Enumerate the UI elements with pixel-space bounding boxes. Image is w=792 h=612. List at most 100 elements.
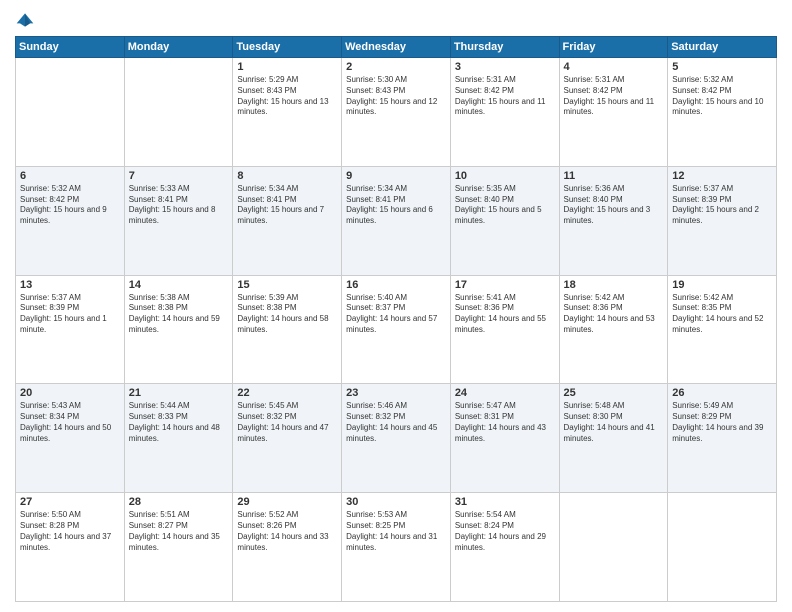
day-number: 13 [20,279,120,291]
calendar-cell: 6 Sunrise: 5:32 AMSunset: 8:42 PMDaylight… [16,166,125,275]
day-number: 4 [564,61,664,73]
day-info: Sunrise: 5:51 AMSunset: 8:27 PMDaylight:… [129,510,229,553]
day-number: 26 [672,387,772,399]
calendar-table: SundayMondayTuesdayWednesdayThursdayFrid… [15,36,777,602]
calendar-cell: 18 Sunrise: 5:42 AMSunset: 8:36 PMDayligh… [559,275,668,384]
day-number: 9 [346,170,446,182]
day-info: Sunrise: 5:37 AMSunset: 8:39 PMDaylight:… [672,184,772,227]
day-number: 22 [237,387,337,399]
calendar-cell: 11 Sunrise: 5:36 AMSunset: 8:40 PMDayligh… [559,166,668,275]
day-info: Sunrise: 5:38 AMSunset: 8:38 PMDaylight:… [129,293,229,336]
calendar-cell: 25Sunrise: 5:48 AMSunset: 8:30 PMDayligh… [559,384,668,493]
day-number: 30 [346,496,446,508]
day-info: Sunrise: 5:31 AMSunset: 8:42 PMDaylight:… [564,75,664,118]
day-info: Sunrise: 5:47 AMSunset: 8:31 PMDaylight:… [455,401,555,444]
day-number: 11 [564,170,664,182]
day-number: 17 [455,279,555,291]
calendar-cell: 1Sunrise: 5:29 AMSunset: 8:43 PMDaylight… [233,58,342,167]
day-number: 6 [20,170,120,182]
day-number: 10 [455,170,555,182]
calendar-cell: 16 Sunrise: 5:40 AMSunset: 8:37 PMDayligh… [342,275,451,384]
day-number: 25 [564,387,664,399]
day-number: 28 [129,496,229,508]
calendar-cell: 15Sunrise: 5:39 AMSunset: 8:38 PMDayligh… [233,275,342,384]
day-info: Sunrise: 5:35 AMSunset: 8:40 PMDaylight:… [455,184,555,227]
day-info: Sunrise: 5:33 AMSunset: 8:41 PMDaylight:… [129,184,229,227]
calendar-cell: 8 Sunrise: 5:34 AMSunset: 8:41 PMDaylight… [233,166,342,275]
day-info: Sunrise: 5:37 AMSunset: 8:39 PMDaylight:… [20,293,120,336]
calendar-cell: 17 Sunrise: 5:41 AMSunset: 8:36 PMDayligh… [450,275,559,384]
day-number: 31 [455,496,555,508]
day-number: 23 [346,387,446,399]
calendar-cell: 24 Sunrise: 5:47 AMSunset: 8:31 PMDayligh… [450,384,559,493]
day-number: 27 [20,496,120,508]
day-info: Sunrise: 5:36 AMSunset: 8:40 PMDaylight:… [564,184,664,227]
weekday-header: Thursday [450,37,559,58]
day-info: Sunrise: 5:46 AMSunset: 8:32 PMDaylight:… [346,401,446,444]
weekday-header: Wednesday [342,37,451,58]
calendar-cell: 26 Sunrise: 5:49 AMSunset: 8:29 PMDayligh… [668,384,777,493]
page: SundayMondayTuesdayWednesdayThursdayFrid… [0,0,792,612]
calendar-cell: 23 Sunrise: 5:46 AMSunset: 8:32 PMDayligh… [342,384,451,493]
day-info: Sunrise: 5:32 AMSunset: 8:42 PMDaylight:… [672,75,772,118]
day-number: 5 [672,61,772,73]
day-number: 24 [455,387,555,399]
weekday-header: Friday [559,37,668,58]
logo-icon [15,10,35,30]
day-info: Sunrise: 5:45 AMSunset: 8:32 PMDaylight:… [237,401,337,444]
calendar-cell: 9 Sunrise: 5:34 AMSunset: 8:41 PMDaylight… [342,166,451,275]
day-info: Sunrise: 5:50 AMSunset: 8:28 PMDaylight:… [20,510,120,553]
day-info: Sunrise: 5:52 AMSunset: 8:26 PMDaylight:… [237,510,337,553]
day-info: Sunrise: 5:32 AMSunset: 8:42 PMDaylight:… [20,184,120,227]
calendar-cell: 4 Sunrise: 5:31 AMSunset: 8:42 PMDaylight… [559,58,668,167]
calendar-cell [559,493,668,602]
day-info: Sunrise: 5:34 AMSunset: 8:41 PMDaylight:… [346,184,446,227]
calendar-cell: 14 Sunrise: 5:38 AMSunset: 8:38 PMDayligh… [124,275,233,384]
day-info: Sunrise: 5:54 AMSunset: 8:24 PMDaylight:… [455,510,555,553]
calendar-cell: 31 Sunrise: 5:54 AMSunset: 8:24 PMDayligh… [450,493,559,602]
day-info: Sunrise: 5:29 AMSunset: 8:43 PMDaylight:… [237,75,337,118]
weekday-header: Monday [124,37,233,58]
day-number: 7 [129,170,229,182]
logo [15,10,35,30]
day-info: Sunrise: 5:40 AMSunset: 8:37 PMDaylight:… [346,293,446,336]
calendar-cell: 27 Sunrise: 5:50 AMSunset: 8:28 PMDayligh… [16,493,125,602]
day-info: Sunrise: 5:44 AMSunset: 8:33 PMDaylight:… [129,401,229,444]
calendar-cell: 3 Sunrise: 5:31 AMSunset: 8:42 PMDaylight… [450,58,559,167]
day-number: 16 [346,279,446,291]
day-number: 18 [564,279,664,291]
weekday-header: Sunday [16,37,125,58]
day-number: 14 [129,279,229,291]
calendar-cell: 28 Sunrise: 5:51 AMSunset: 8:27 PMDayligh… [124,493,233,602]
day-info: Sunrise: 5:42 AMSunset: 8:36 PMDaylight:… [564,293,664,336]
day-info: Sunrise: 5:34 AMSunset: 8:41 PMDaylight:… [237,184,337,227]
calendar-cell: 19Sunrise: 5:42 AMSunset: 8:35 PMDayligh… [668,275,777,384]
day-info: Sunrise: 5:49 AMSunset: 8:29 PMDaylight:… [672,401,772,444]
calendar-cell: 13 Sunrise: 5:37 AMSunset: 8:39 PMDayligh… [16,275,125,384]
calendar-cell [16,58,125,167]
calendar-cell: 12 Sunrise: 5:37 AMSunset: 8:39 PMDayligh… [668,166,777,275]
day-number: 15 [237,279,337,291]
day-number: 8 [237,170,337,182]
day-number: 3 [455,61,555,73]
day-number: 29 [237,496,337,508]
day-number: 21 [129,387,229,399]
calendar-cell: 30 Sunrise: 5:53 AMSunset: 8:25 PMDayligh… [342,493,451,602]
weekday-header: Tuesday [233,37,342,58]
header [15,10,777,30]
calendar-cell: 21 Sunrise: 5:44 AMSunset: 8:33 PMDayligh… [124,384,233,493]
day-number: 2 [346,61,446,73]
day-number: 19 [672,279,772,291]
day-info: Sunrise: 5:43 AMSunset: 8:34 PMDaylight:… [20,401,120,444]
calendar-cell: 29 Sunrise: 5:52 AMSunset: 8:26 PMDayligh… [233,493,342,602]
calendar-cell: 20Sunrise: 5:43 AMSunset: 8:34 PMDayligh… [16,384,125,493]
calendar-cell: 7 Sunrise: 5:33 AMSunset: 8:41 PMDaylight… [124,166,233,275]
day-info: Sunrise: 5:31 AMSunset: 8:42 PMDaylight:… [455,75,555,118]
day-info: Sunrise: 5:30 AMSunset: 8:43 PMDaylight:… [346,75,446,118]
calendar-cell: 2 Sunrise: 5:30 AMSunset: 8:43 PMDaylight… [342,58,451,167]
calendar-cell: 5 Sunrise: 5:32 AMSunset: 8:42 PMDaylight… [668,58,777,167]
day-info: Sunrise: 5:41 AMSunset: 8:36 PMDaylight:… [455,293,555,336]
day-info: Sunrise: 5:53 AMSunset: 8:25 PMDaylight:… [346,510,446,553]
calendar-cell [668,493,777,602]
day-number: 12 [672,170,772,182]
